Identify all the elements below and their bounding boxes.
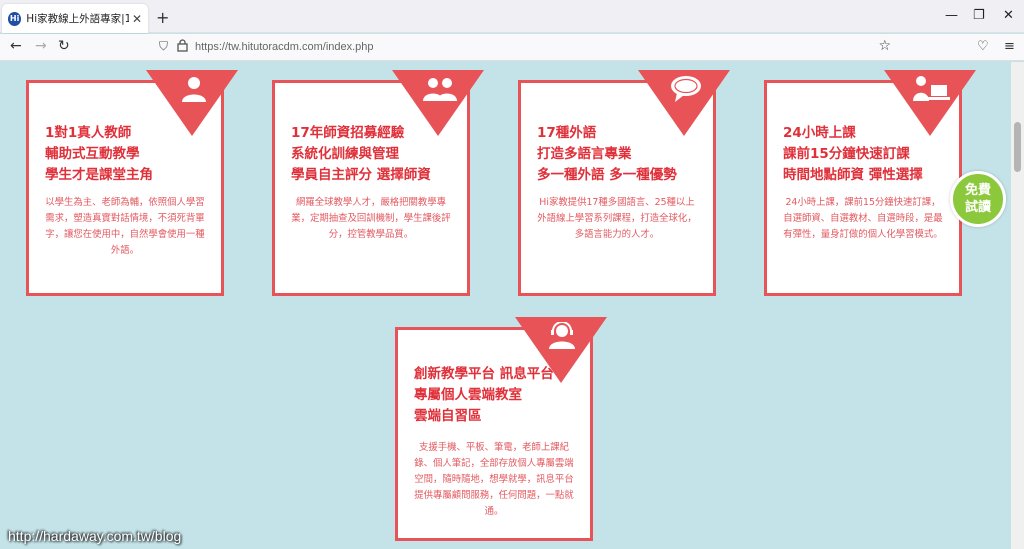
pocket-icon[interactable]: ♡	[977, 39, 989, 54]
bookmark-star-icon[interactable]: ☆	[878, 38, 891, 54]
feature-card: 17年師資招募經驗 系統化訓練與管理 學員自主評分 選擇師資 網羅全球教學人才，…	[272, 70, 484, 296]
tab-bar: Hi Hi家教線上外語專家|1對1線上 ✕ + — ❐ ✕	[0, 0, 1024, 33]
shield-icon[interactable]: ⛉	[159, 39, 168, 54]
scrollbar-thumb[interactable]	[1014, 122, 1021, 172]
card-description: 網羅全球教學人才，嚴格把關教學專業，定期抽查及回訓機制，學生課後評分，控管教學品…	[291, 197, 451, 240]
feature-card: 創新教學平台 訊息平台 專屬個人雲端教室 雲端自習區 支援手機、平板、筆電，老師…	[395, 317, 607, 541]
card-title-line: 1對1真人教師	[45, 125, 132, 141]
card-description: 支援手機、平板、筆電，老師上課紀錄、個人筆記，全部存放個人專屬雲端空間，隨時隨地…	[414, 442, 574, 517]
address-bar[interactable]: ⛉ https://tw.hitutoracdm.com/index.php ☆	[150, 36, 895, 59]
headset-icon	[549, 322, 575, 349]
menu-icon[interactable]: ≡	[1004, 39, 1015, 54]
window-close-icon[interactable]: ✕	[1003, 8, 1014, 23]
card-title: 1對1真人教師 輔助式互動教學 學生才是課堂主角	[45, 123, 153, 186]
card-title-line: 17年師資招募經驗	[291, 125, 405, 141]
card-title-line: 學生才是課堂主角	[45, 167, 153, 183]
site-favicon-icon: Hi	[8, 11, 22, 26]
feature-card: 17種外語 打造多語言專業 多一種外語 多一種優勢 Hi家教提供17種多國語言、…	[518, 70, 730, 296]
nav-bar: ← → ↻ ⛉ https://tw.hitutoracdm.com/index…	[0, 34, 1024, 61]
card-title-line: 創新教學平台 訊息平台	[414, 366, 554, 382]
card-title-line: 多一種外語 多一種優勢	[537, 167, 677, 183]
card-title-line: 時間地點師資 彈性選擇	[783, 167, 923, 183]
back-icon[interactable]: ←	[10, 38, 22, 54]
watermark-text: http://hardaway.com.tw/blog	[8, 528, 182, 544]
card-description: 24小時上課，課前15分鐘快速訂課，自選師資、自選教材、自選時段，是最有彈性，量…	[783, 197, 943, 240]
card-title: 創新教學平台 訊息平台 專屬個人雲端教室 雲端自習區	[414, 364, 554, 427]
feature-card: 24小時上課 課前15分鐘快速訂課 時間地點師資 彈性選擇 24小時上課，課前1…	[764, 70, 976, 296]
close-tab-icon[interactable]: ✕	[132, 12, 142, 26]
card-title: 17種外語 打造多語言專業 多一種外語 多一種優勢	[537, 123, 677, 186]
reload-icon[interactable]: ↻	[58, 38, 70, 54]
card-title-line: 24小時上課	[783, 125, 856, 141]
page-scrollbar[interactable]	[1011, 62, 1024, 549]
free-trial-label: 試讀	[964, 200, 991, 215]
free-trial-label: 免費	[964, 183, 991, 198]
feature-card: 1對1真人教師 輔助式互動教學 學生才是課堂主角 以學生為主、老師為輔，依照個人…	[26, 70, 238, 296]
card-title-line: 課前15分鐘快速訂課	[783, 146, 910, 162]
lock-icon[interactable]	[177, 39, 188, 52]
card-title-line: 學員自主評分 選擇師資	[291, 167, 431, 183]
minimize-icon[interactable]: —	[945, 8, 958, 23]
speech-bubble-icon	[671, 76, 701, 102]
browser-tab[interactable]: Hi Hi家教線上外語專家|1對1線上 ✕	[2, 4, 148, 33]
card-title-line: 輔助式互動教學	[45, 146, 140, 162]
forward-icon[interactable]: →	[35, 38, 47, 54]
group-icon	[423, 78, 457, 101]
tab-title: Hi家教線上外語專家|1對1線上	[26, 13, 129, 25]
free-trial-button[interactable]: 免費 試讀	[950, 171, 1006, 227]
card-description: 以學生為主、老師為輔，依照個人學習需求，塑造真實對話情境，不須死背單字，讓您在使…	[45, 197, 205, 256]
card-description: Hi家教提供17種多國語言、25種以上外語線上學習系列課程，打造全球化，多語言能…	[537, 197, 697, 240]
card-title-line: 專屬個人雲端教室	[414, 387, 522, 403]
card-title: 24小時上課 課前15分鐘快速訂課 時間地點師資 彈性選擇	[783, 123, 923, 186]
new-tab-icon[interactable]: +	[156, 8, 169, 27]
card-title-line: 17種外語	[537, 125, 597, 141]
card-title-line: 打造多語言專業	[537, 146, 632, 162]
card-title-line: 系統化訓練與管理	[291, 146, 399, 162]
teacher-icon	[182, 77, 206, 102]
card-title-line: 雲端自習區	[414, 408, 482, 424]
laptop-user-icon	[913, 76, 950, 101]
card-title: 17年師資招募經驗 系統化訓練與管理 學員自主評分 選擇師資	[291, 123, 431, 186]
restore-icon[interactable]: ❐	[973, 8, 985, 23]
url-text[interactable]: https://tw.hitutoracdm.com/index.php	[195, 41, 374, 53]
